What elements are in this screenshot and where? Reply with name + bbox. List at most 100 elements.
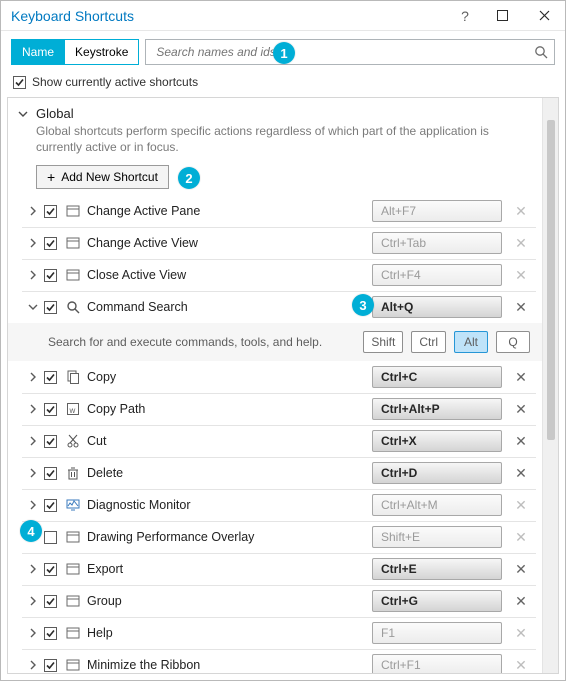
shortcut-list-scroller: Global Global shortcuts perform specific… [8,98,542,673]
expand-toggle[interactable] [26,660,40,670]
expand-toggle[interactable] [26,238,40,248]
row-checkbox[interactable] [44,435,57,448]
copypath-icon: w [65,401,81,417]
close-button[interactable] [523,1,565,31]
row-checkbox[interactable] [44,269,57,282]
filter-mode-tabs: Name Keystroke [11,39,139,65]
scrollbar[interactable] [542,98,558,673]
maximize-button[interactable] [481,1,523,31]
search-icon[interactable] [534,45,548,59]
expand-toggle[interactable] [26,564,40,574]
window-icon [65,593,81,609]
shortcut-keystroke[interactable]: Alt+F7 [372,200,502,222]
help-button[interactable]: ? [449,1,481,31]
shortcut-keystroke[interactable]: Alt+Q [372,296,502,318]
dialog-window: Keyboard Shortcuts ? Name Keystroke Show… [0,0,566,681]
shortcut-keystroke[interactable]: Ctrl+Alt+M [372,494,502,516]
row-checkbox[interactable] [44,627,57,640]
remove-shortcut-button: ✕ [510,235,532,252]
show-active-label: Show currently active shortcuts [32,75,198,89]
shortcut-keystroke[interactable]: Ctrl+C [372,366,502,388]
add-shortcut-label: Add New Shortcut [61,170,158,184]
window-icon [65,235,81,251]
shortcut-name: Export [87,562,372,576]
shortcut-name: Command Search [87,300,372,314]
expand-toggle[interactable] [26,468,40,478]
remove-shortcut-button[interactable]: ✕ [510,369,532,386]
shortcut-keystroke[interactable]: Ctrl+G [372,590,502,612]
row-checkbox[interactable] [44,531,57,544]
search-field-wrap [145,39,555,65]
shortcut-detail: Search for and execute commands, tools, … [8,323,542,361]
search-input[interactable] [154,44,534,60]
shortcut-hint: Search for and execute commands, tools, … [48,335,322,349]
callout-2: 2 [178,167,200,189]
row-checkbox[interactable] [44,499,57,512]
window-icon [65,625,81,641]
window-icon [65,203,81,219]
shortcut-name: Cut [87,434,372,448]
row-checkbox[interactable] [44,595,57,608]
trash-icon [65,465,81,481]
section-header[interactable]: Global [8,104,542,121]
shortcut-keystroke[interactable]: Shift+E [372,526,502,548]
window-icon [65,529,81,545]
remove-shortcut-button[interactable]: ✕ [510,593,532,610]
dialog-title: Keyboard Shortcuts [11,8,449,24]
row-checkbox[interactable] [44,403,57,416]
remove-shortcut-button[interactable]: ✕ [510,465,532,482]
monitor-icon [65,497,81,513]
row-checkbox[interactable] [44,467,57,480]
remove-shortcut-button: ✕ [510,497,532,514]
shortcut-name: Delete [87,466,372,480]
expand-toggle[interactable] [26,436,40,446]
show-active-checkbox[interactable] [13,76,26,89]
remove-shortcut-button[interactable]: ✕ [510,433,532,450]
shortcut-keystroke[interactable]: Ctrl+E [372,558,502,580]
remove-shortcut-button: ✕ [510,267,532,284]
callout-3: 3 [352,294,374,316]
remove-shortcut-button[interactable]: ✕ [510,401,532,418]
shortcut-name: Diagnostic Monitor [87,498,372,512]
shortcut-keystroke[interactable]: Ctrl+F4 [372,264,502,286]
shortcut-keystroke[interactable]: F1 [372,622,502,644]
row-checkbox[interactable] [44,205,57,218]
remove-shortcut-button[interactable]: ✕ [510,299,532,316]
expand-toggle[interactable] [26,596,40,606]
key-letter[interactable]: Q [496,331,530,353]
remove-shortcut-button: ✕ [510,657,532,673]
shortcut-name: Change Active Pane [87,204,372,218]
shortcut-row: CutCtrl+X ✕ [8,425,542,457]
row-checkbox[interactable] [44,371,57,384]
maximize-icon [497,10,508,21]
title-bar: Keyboard Shortcuts ? [1,1,565,31]
row-checkbox[interactable] [44,301,57,314]
shortcut-keystroke[interactable]: Ctrl+Alt+P [372,398,502,420]
expand-toggle[interactable] [26,628,40,638]
expand-toggle[interactable] [26,500,40,510]
shortcut-row: Minimize the RibbonCtrl+F1✕ [8,649,542,673]
expand-toggle[interactable] [26,206,40,216]
shortcut-keystroke[interactable]: Ctrl+X [372,430,502,452]
modifier-alt[interactable]: Alt [454,331,488,353]
row-checkbox[interactable] [44,237,57,250]
copy-icon [65,369,81,385]
tab-keystroke[interactable]: Keystroke [64,40,138,64]
row-checkbox[interactable] [44,659,57,672]
modifier-shift[interactable]: Shift [363,331,403,353]
expand-toggle[interactable] [26,372,40,382]
shortcut-row: wCopy PathCtrl+Alt+P✕ [8,393,542,425]
row-checkbox[interactable] [44,563,57,576]
add-shortcut-button[interactable]: + Add New Shortcut [36,165,169,189]
scrollbar-thumb[interactable] [547,120,555,440]
tab-name[interactable]: Name [12,40,64,64]
expand-toggle[interactable] [26,404,40,414]
modifier-ctrl[interactable]: Ctrl [411,331,446,353]
shortcut-keystroke[interactable]: Ctrl+D [372,462,502,484]
expand-toggle[interactable] [26,303,40,311]
shortcut-keystroke[interactable]: Ctrl+F1 [372,654,502,673]
shortcut-keystroke[interactable]: Ctrl+Tab [372,232,502,254]
section-title: Global [36,106,74,121]
remove-shortcut-button[interactable]: ✕ [510,561,532,578]
expand-toggle[interactable] [26,270,40,280]
